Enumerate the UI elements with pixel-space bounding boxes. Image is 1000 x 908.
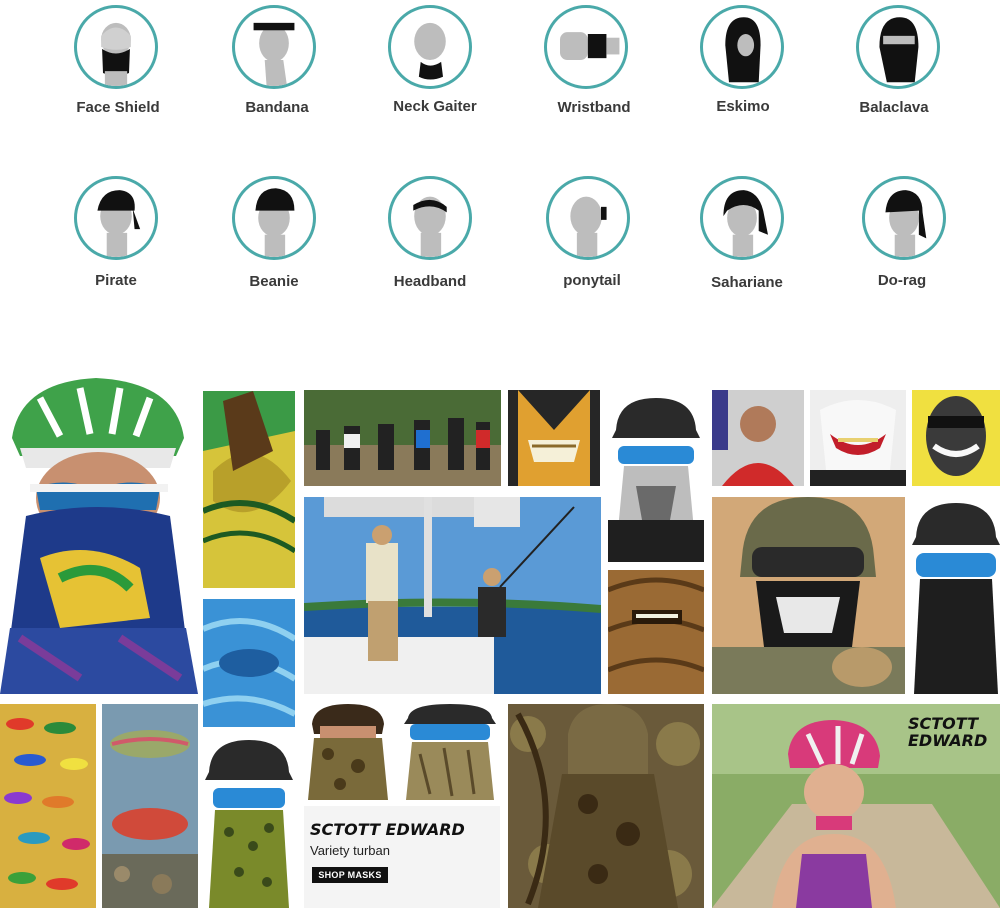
photo-cap-skull-mask [608, 390, 704, 562]
style-label-sahariane: Sahariane [711, 274, 783, 291]
style-label-ponytail: ponytail [563, 272, 621, 289]
photo-trout-gaiter [102, 704, 198, 908]
photo-wolverine-mask [508, 390, 600, 486]
photo-boat-fishing [304, 497, 601, 694]
photo-cap-black-gaiter [912, 497, 1000, 694]
corner-brand-line2: EDWARD [908, 731, 988, 750]
photo-soldier-skull-mask [712, 497, 905, 694]
do-rag-icon [862, 176, 946, 260]
style-label-neck-gaiter: Neck Gaiter [393, 98, 477, 115]
photo-joker-mask [810, 390, 906, 486]
style-label-balaclava: Balaclava [859, 99, 929, 116]
style-label-headband: Headband [393, 273, 467, 290]
style-label-face-shield: Face Shield [76, 99, 160, 116]
photo-grin-mask [912, 390, 1000, 486]
neck-gaiter-icon [388, 5, 472, 89]
photo-bigfoot-mask [608, 570, 704, 694]
promo-panel: SCTOTT EDWARD Variety turban SHOP MASKS [304, 806, 500, 908]
style-label-do-rag: Do-rag [877, 272, 927, 289]
photo-cyclist-group [304, 390, 501, 486]
wristband-icon [544, 5, 628, 89]
photo-woman-cyclist: SCTOTT EDWARD [712, 704, 1000, 908]
style-label-beanie: Beanie [249, 273, 299, 290]
photo-camo-face-2 [400, 704, 500, 800]
photo-hunter-camo [508, 704, 704, 908]
photo-camo-face-1 [304, 704, 392, 800]
promo-subtitle: Variety turban [310, 843, 390, 858]
photo-man-red-shirt [712, 390, 804, 486]
pirate-icon [74, 176, 158, 260]
photo-fish-gaiter [203, 391, 295, 588]
eskimo-icon [700, 5, 784, 89]
headband-icon [388, 176, 472, 260]
photo-cyclist-helmet [0, 378, 198, 694]
style-label-bandana: Bandana [245, 99, 309, 116]
shop-masks-button[interactable]: SHOP MASKS [312, 867, 388, 883]
promo-brand: SCTOTT EDWARD [310, 820, 465, 839]
photo-blue-fish-gaiter [203, 599, 295, 727]
ponytail-icon [546, 176, 630, 260]
balaclava-icon [856, 5, 940, 89]
beanie-icon [232, 176, 316, 260]
style-label-eskimo: Eskimo [716, 98, 770, 115]
style-label-pirate: Pirate [95, 272, 137, 289]
photo-cap-green-gaiter [203, 736, 295, 908]
sahariane-icon [700, 176, 784, 260]
photo-lures-gaiter [0, 704, 96, 908]
face-shield-icon [74, 5, 158, 89]
bandana-icon [232, 5, 316, 89]
style-label-wristband: Wristband [557, 99, 631, 116]
